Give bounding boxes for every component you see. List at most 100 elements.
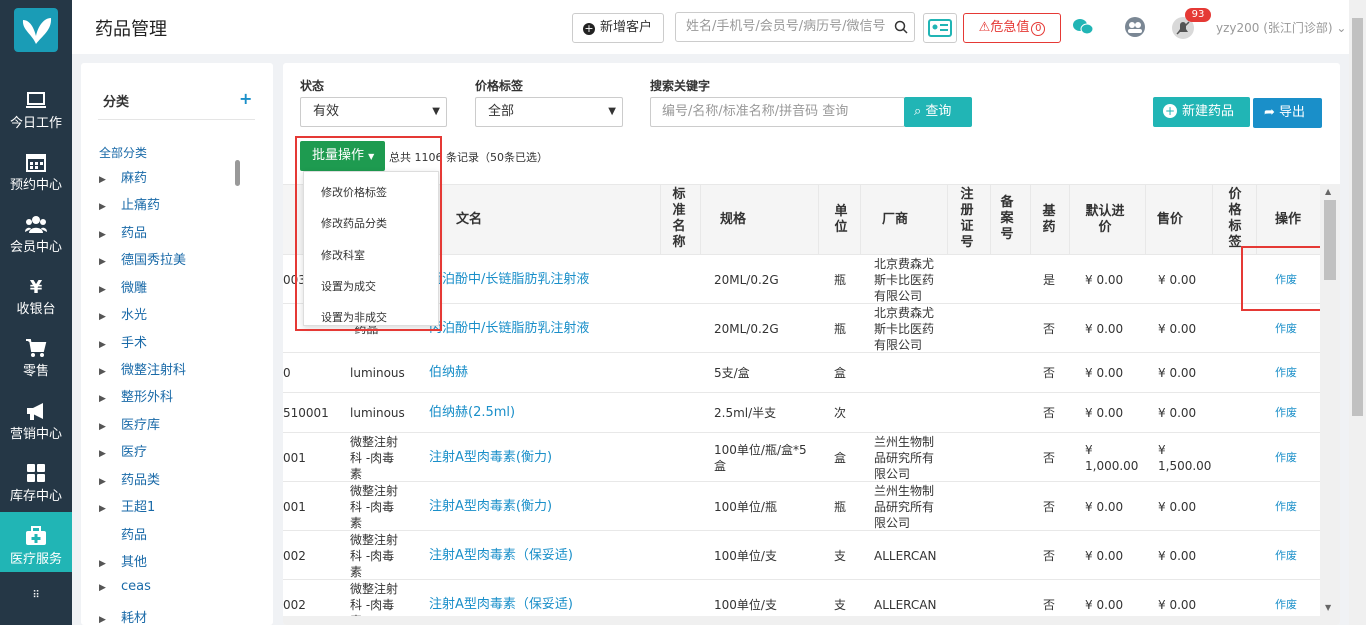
drug-name-link[interactable]: 伯纳赫 xyxy=(429,365,468,381)
category-item[interactable]: ▶ 其他 xyxy=(99,551,147,570)
cell-line: 2.5ml/半支 xyxy=(714,406,777,420)
category-item[interactable]: ▶ 微雕 xyxy=(99,277,147,296)
page-scrollbar[interactable] xyxy=(1349,0,1366,625)
table-row[interactable]: 001 微整注射科 -肉毒素 注射A型肉毒素(衡力) 100单位/瓶 瓶 兰州生物制 品研究… xyxy=(283,482,1320,531)
caret-right-icon[interactable]: ▶ xyxy=(99,312,121,322)
nav-more-icon[interactable]: ⠿ xyxy=(28,590,44,601)
keyword-input[interactable]: 编号/名称/标准名称/拼音码 查询 xyxy=(650,97,905,127)
caret-right-icon[interactable]: ▶ xyxy=(99,422,121,432)
scroll-thumb[interactable] xyxy=(1324,200,1336,280)
id-card-icon[interactable] xyxy=(923,13,957,43)
column-header-spec[interactable]: 规格 xyxy=(703,212,763,228)
nav-item-cart[interactable]: 零售 xyxy=(0,326,72,388)
void-link[interactable]: 作废 xyxy=(1268,365,1304,381)
caret-right-icon[interactable]: ▶ xyxy=(99,449,121,459)
drug-name-link[interactable]: 注射A型肉毒素（保妥适) xyxy=(429,597,573,613)
category-item[interactable]: ▶ 药品 xyxy=(99,222,147,241)
category-item[interactable]: ▶ 止痛药 xyxy=(99,194,160,213)
void-link[interactable]: 作废 xyxy=(1268,597,1304,613)
category-item[interactable]: ▶ 王超1 xyxy=(99,496,155,515)
column-header-mfr[interactable]: 厂商 xyxy=(875,212,915,228)
caret-right-icon[interactable]: ▶ xyxy=(99,340,121,350)
column-header-tag[interactable]: 价格标签 xyxy=(1225,187,1245,251)
price-tag-select[interactable]: 全部 ▼ xyxy=(475,97,623,127)
category-item[interactable]: ▶ 医疗库 xyxy=(99,414,160,433)
caret-right-icon[interactable]: ▶ xyxy=(99,285,121,295)
drug-name-link[interactable]: 伯纳赫(2.5ml) xyxy=(429,405,515,421)
nav-item-yen[interactable]: ¥ 收银台 xyxy=(0,264,72,326)
table-row[interactable]: 510001 luminous 伯纳赫(2.5ml) 2.5ml/半支 次 否 ¥ 0.00… xyxy=(283,393,1320,433)
table-vertical-scrollbar[interactable]: ▲ ▼ xyxy=(1320,184,1340,616)
user-menu[interactable]: yzy200 (张江门诊部) ⌄ xyxy=(1216,19,1346,36)
sidebar-scrollbar[interactable] xyxy=(235,160,240,186)
void-link[interactable]: 作废 xyxy=(1268,499,1304,515)
nav-item-monitor[interactable]: 今日工作 xyxy=(0,78,72,140)
wechat-icon[interactable] xyxy=(1072,18,1094,36)
caret-right-icon[interactable]: ▶ xyxy=(99,504,121,514)
caret-right-icon[interactable]: ▶ xyxy=(99,583,121,593)
caret-right-icon[interactable]: ▶ xyxy=(99,615,121,625)
scroll-down-icon[interactable]: ▼ xyxy=(1325,603,1331,612)
page-scroll-thumb[interactable] xyxy=(1352,18,1363,416)
void-link[interactable]: 作废 xyxy=(1268,548,1304,564)
new-drug-button[interactable]: + 新建药品 xyxy=(1153,97,1250,127)
category-item[interactable]: ▶ 水光 xyxy=(99,304,147,323)
column-header-op[interactable]: 操作 xyxy=(1273,212,1303,228)
caret-right-icon[interactable]: ▶ xyxy=(99,257,121,267)
caret-right-icon[interactable]: ▶ xyxy=(99,559,121,569)
nav-item-calendar[interactable]: 预约中心 xyxy=(0,140,72,202)
column-header-cost[interactable]: 默认进价 xyxy=(1077,204,1133,236)
column-header-base[interactable]: 基药 xyxy=(1039,204,1059,236)
column-header-unit[interactable]: 单位 xyxy=(831,204,851,236)
search-icon[interactable] xyxy=(894,20,908,34)
category-item[interactable]: ▶ 整形外科 xyxy=(99,386,173,405)
category-item[interactable]: ▶ 德国秀拉美 xyxy=(99,249,186,268)
category-item[interactable]: ▶ 药品类 xyxy=(99,469,160,488)
drug-name-link[interactable]: 注射A型肉毒素（保妥适) xyxy=(429,548,573,564)
table-row[interactable]: 001 微整注射科 -肉毒素注射A型肉毒素(衡力) 100单位/瓶/盒*5 盒盒兰州生… xyxy=(283,433,1320,482)
new-customer-button[interactable]: + 新增客户 xyxy=(572,13,664,43)
header-search-input[interactable]: 姓名/手机号/会员号/病历号/微信号 xyxy=(675,12,915,42)
caret-right-icon[interactable]: ▶ xyxy=(99,230,121,240)
category-label: 整形外科 xyxy=(121,390,174,405)
category-item[interactable]: ▶ 麻药 xyxy=(99,167,147,186)
query-button[interactable]: ⌕ 查询 xyxy=(904,97,972,127)
void-link[interactable]: 作废 xyxy=(1268,405,1304,421)
table-horizontal-scrollbar[interactable] xyxy=(283,616,1340,625)
caret-right-icon[interactable]: ▶ xyxy=(99,175,121,185)
void-link[interactable]: 作废 xyxy=(1268,321,1304,337)
void-link[interactable]: 作废 xyxy=(1268,450,1304,466)
column-header-std[interactable]: 标准名称 xyxy=(669,187,689,251)
status-select[interactable]: 有效 ▼ xyxy=(300,97,447,127)
category-item[interactable]: ▶ 耗材 xyxy=(99,607,147,625)
column-header-reg[interactable]: 注册证号 xyxy=(957,187,977,251)
category-item[interactable]: ▶ 医疗 xyxy=(99,441,147,460)
nav-item-medkit[interactable]: 医疗服务 xyxy=(0,512,72,572)
category-item[interactable]: ▶ ceas xyxy=(99,579,151,594)
caret-right-icon[interactable]: ▶ xyxy=(99,202,121,212)
category-item[interactable]: ▶ 手术 xyxy=(99,332,147,351)
emergency-button[interactable]: ⚠危急值 0 xyxy=(963,13,1061,43)
nav-item-megaphone[interactable]: 营销中心 xyxy=(0,389,72,451)
drug-name-link[interactable]: 注射A型肉毒素(衡力) xyxy=(429,450,552,466)
export-button[interactable]: ➦ 导出 xyxy=(1253,98,1322,128)
column-header-price[interactable]: 售价 xyxy=(1155,212,1185,228)
nav-item-grid[interactable]: 库存中心 xyxy=(0,451,72,513)
team-icon[interactable] xyxy=(1123,16,1147,38)
caret-right-icon[interactable]: ▶ xyxy=(99,367,121,377)
caret-right-icon[interactable]: ▶ xyxy=(99,477,121,487)
drug-name-link[interactable]: 丙泊酚中/长链脂肪乳注射液 xyxy=(429,321,589,337)
drug-name-link[interactable]: 丙泊酚中/长链脂肪乳注射液 xyxy=(429,272,589,288)
category-item[interactable]: ▶ 微整注射科 xyxy=(99,359,186,378)
drug-name-link[interactable]: 注射A型肉毒素(衡力) xyxy=(429,499,552,515)
nav-item-users[interactable]: 会员中心 xyxy=(0,202,72,264)
caret-right-icon[interactable]: ▶ xyxy=(99,394,121,404)
scroll-up-icon[interactable]: ▲ xyxy=(1325,187,1331,196)
add-category-icon[interactable]: + xyxy=(239,89,252,108)
category-all[interactable]: 全部分类 xyxy=(99,144,147,161)
cell-line: ¥ 0.00 xyxy=(1158,272,1197,287)
category-item[interactable]: 药品 xyxy=(99,524,147,543)
table-row[interactable]: 002 微整注射科 -肉毒素 注射A型肉毒素（保妥适) 100单位/支 支 ALLERCA… xyxy=(283,531,1320,580)
column-header-rec[interactable]: 备案号 xyxy=(997,195,1017,243)
table-row[interactable]: 0 luminous 伯纳赫 5支/盒 盒 否 ¥ 0.00 ¥ 0.00 作废 xyxy=(283,353,1320,393)
